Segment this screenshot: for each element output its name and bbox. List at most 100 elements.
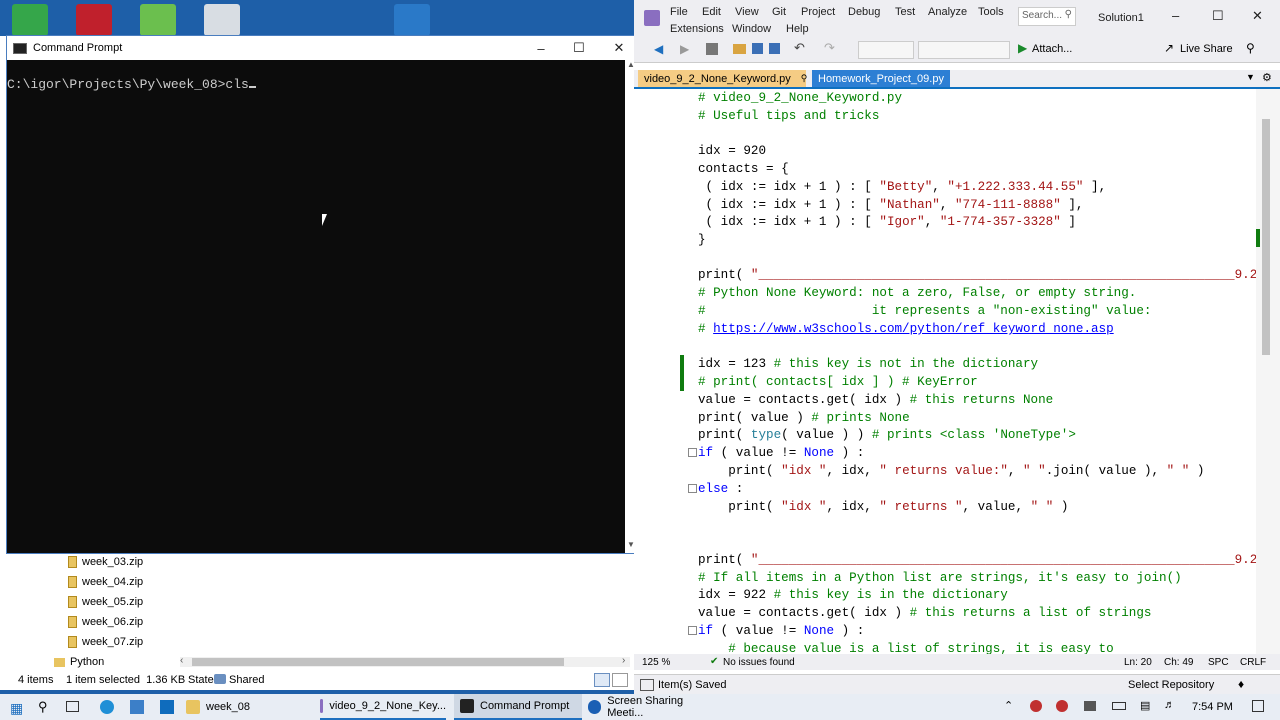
zoom-dropdown[interactable]: 125 % [642, 657, 670, 668]
fold-icon[interactable] [688, 448, 697, 457]
list-item[interactable]: week_05.zip [68, 592, 143, 612]
title-bar[interactable]: Command Prompt – ☐ ✕ [7, 36, 637, 60]
horizontal-scrollbar[interactable]: ‹ › [180, 655, 630, 667]
pin-icon[interactable]: ⚲ [801, 73, 808, 84]
tray-icon[interactable] [1030, 700, 1042, 712]
code-line: ( idx := idx + 1 ) : [ "Igor", "1-774-35… [698, 215, 1076, 229]
menu-edit[interactable]: Edit [702, 6, 721, 18]
code-editor[interactable]: # video_9_2_None_Keyword.py # Useful tip… [634, 89, 1280, 656]
maximize-button[interactable]: ☐ [1212, 8, 1224, 24]
menu-extensions[interactable]: Extensions [670, 23, 724, 35]
minimize-button[interactable]: – [521, 36, 561, 60]
fold-icon[interactable] [688, 484, 697, 493]
indent-mode[interactable]: SPC [1208, 657, 1229, 668]
save-icon[interactable] [752, 43, 763, 54]
menu-tools[interactable]: Tools [978, 6, 1004, 18]
attach-button[interactable]: Attach... [1032, 43, 1072, 55]
network-icon[interactable]: ▤ [1140, 699, 1150, 712]
search-input[interactable]: Search... ⚲ [1018, 7, 1076, 26]
volume-icon[interactable]: ♬ [1164, 699, 1175, 711]
close-button[interactable]: ✕ [599, 36, 639, 60]
tray-icon[interactable] [1084, 701, 1096, 711]
redo-icon[interactable]: ↷ [824, 40, 835, 56]
windows-start-icon[interactable]: ▦ [10, 700, 23, 717]
clock[interactable]: 7:54 PM [1192, 701, 1233, 713]
maximize-button[interactable]: ☐ [559, 36, 599, 60]
fold-icon[interactable] [688, 626, 697, 635]
edge-icon[interactable] [100, 700, 114, 714]
menu-file[interactable]: File [670, 6, 688, 18]
console-output[interactable]: C:\igor\Projects\Py\week_08>cls [7, 77, 256, 92]
select-repository-button[interactable]: Select Repository [1128, 679, 1214, 691]
menu-test[interactable]: Test [895, 6, 915, 18]
issues-status[interactable]: No issues found [723, 657, 795, 668]
back-icon[interactable]: ◀ [654, 42, 663, 56]
save-all-icon[interactable] [769, 43, 780, 54]
visual-studio-window[interactable]: File Edit View Git Project Debug Test An… [634, 0, 1280, 695]
search-icon[interactable]: ⚲ [38, 699, 48, 715]
hyperlink[interactable]: https://www.w3schools.com/python/ref_key… [713, 322, 1114, 336]
platform-dropdown[interactable] [918, 41, 1010, 59]
play-icon[interactable]: ▶ [1018, 41, 1027, 55]
desktop-icon-cube[interactable] [140, 4, 176, 36]
configuration-dropdown[interactable] [858, 41, 914, 59]
menu-window[interactable]: Window [732, 23, 771, 35]
taskbar-item-command-prompt[interactable]: Command Prompt [454, 694, 582, 720]
forward-icon[interactable]: ▶ [680, 42, 689, 56]
shared-icon [214, 674, 226, 684]
minimize-button[interactable]: – [1172, 8, 1179, 23]
list-item[interactable]: week_04.zip [68, 572, 143, 592]
scroll-marker [1256, 229, 1260, 247]
list-item[interactable]: week_03.zip [68, 552, 143, 572]
code-line: # it represents a "non-existing" value: [698, 304, 1152, 318]
line-endings[interactable]: CRLF [1240, 657, 1266, 668]
scrollbar-thumb[interactable] [192, 658, 564, 666]
desktop-icon-app[interactable] [394, 4, 430, 36]
details-view-icon[interactable] [594, 673, 610, 687]
close-button[interactable]: ✕ [1252, 8, 1263, 24]
list-item[interactable]: week_06.zip [68, 612, 143, 632]
scroll-left-icon[interactable]: ‹ [180, 655, 183, 666]
live-share-button[interactable]: Live Share [1180, 43, 1233, 55]
new-project-icon[interactable] [706, 43, 718, 55]
editor-vertical-scrollbar[interactable] [1256, 89, 1280, 654]
notification-center-icon[interactable] [1252, 700, 1264, 712]
desktop-icon-cloud[interactable] [12, 4, 48, 36]
code-line: ( idx := idx + 1 ) : [ "Nathan", "774-11… [698, 198, 1084, 212]
tab-dropdown-icon[interactable]: ▼ [1246, 72, 1255, 82]
store-icon[interactable] [130, 700, 144, 714]
cmd-icon [13, 42, 27, 54]
feedback-icon[interactable]: ⚲ [1246, 41, 1255, 55]
file-name: week_04.zip [82, 576, 144, 588]
taskbar-item-visual-studio[interactable]: video_9_2_None_Key... [320, 694, 446, 720]
desktop-icon-avaya[interactable] [76, 4, 112, 36]
command-prompt-window[interactable]: Command Prompt – ☐ ✕ C:\igor\Projects\Py… [6, 35, 638, 554]
outlook-icon[interactable] [160, 700, 174, 714]
menu-help[interactable]: Help [786, 23, 809, 35]
folder-item-python[interactable]: Python [54, 652, 104, 672]
undo-icon[interactable]: ↶ [794, 40, 805, 56]
taskbar-item-week-08[interactable]: week_08 [186, 694, 312, 720]
tray-icon[interactable] [1056, 700, 1068, 712]
open-folder-icon[interactable] [733, 44, 746, 54]
vs-logo-icon [644, 10, 660, 26]
taskbar-item-screen-sharing[interactable]: Screen Sharing Meeti... [588, 694, 716, 720]
notification-bell-icon[interactable]: ♦ [1238, 677, 1244, 691]
scrollbar-thumb[interactable] [1262, 119, 1270, 355]
menu-bar: File Edit View Git Project Debug Test An… [634, 0, 1280, 38]
list-item[interactable]: week_07.zip [68, 632, 143, 652]
large-icons-view-icon[interactable] [612, 673, 628, 687]
task-view-icon[interactable] [66, 701, 79, 712]
menu-analyze[interactable]: Analyze [928, 6, 967, 18]
desktop-icon-settings[interactable] [204, 4, 240, 36]
scroll-right-icon[interactable]: › [622, 655, 625, 666]
menu-project[interactable]: Project [801, 6, 835, 18]
menu-git[interactable]: Git [772, 6, 786, 18]
menu-debug[interactable]: Debug [848, 6, 880, 18]
show-hidden-icons[interactable]: ⌃ [1004, 699, 1013, 712]
settings-icon[interactable]: ⚙ [1262, 71, 1272, 84]
tab-video-9-2[interactable]: video_9_2_None_Keyword.py ⚲ ✕ [638, 70, 821, 87]
tab-homework-project-09[interactable]: Homework_Project_09.py [812, 70, 950, 87]
menu-view[interactable]: View [735, 6, 759, 18]
battery-icon[interactable] [1112, 702, 1126, 710]
